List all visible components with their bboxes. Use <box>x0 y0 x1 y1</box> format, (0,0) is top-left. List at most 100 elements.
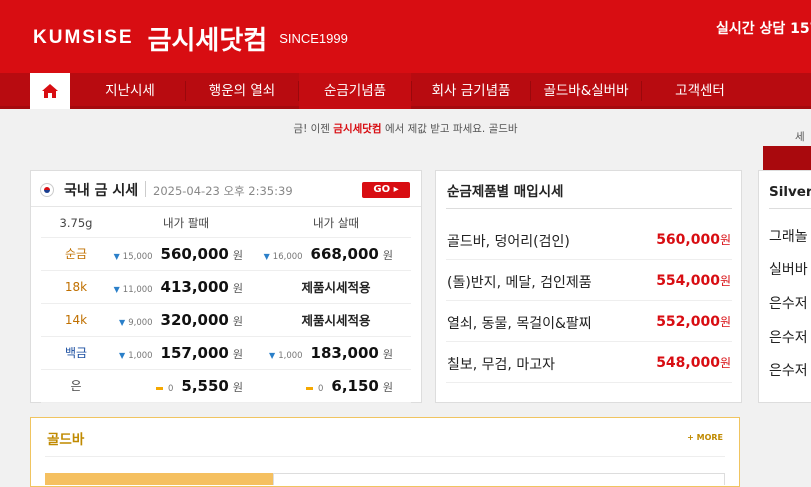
change-indicator: 0 <box>306 384 323 394</box>
product-price: 548,000 <box>656 355 720 371</box>
price-table: 3.75g 내가 팔때 내가 살때 순금 ▼ 15,000 560,000 원 ▼ 16… <box>41 209 411 403</box>
down-arrow-icon: ▼ <box>113 284 120 294</box>
notice-suffix: 에서 제값 받고 파세요. 골드바 <box>381 123 518 135</box>
won-unit: 원 <box>232 281 243 295</box>
product-price-wrap: 560,000원 <box>656 231 731 248</box>
box-title: Silver 옥 <box>769 184 811 200</box>
won-unit: 원 <box>719 356 731 370</box>
sell-price-cell: ▼ 11,000 413,000 원 <box>111 270 261 304</box>
go-button[interactable]: GO ▸ <box>362 182 410 198</box>
product-buy-price-box: 순금제품별 매입시세 골드바, 덩어리(검인) 560,000원 (돌)반지, … <box>435 170 742 403</box>
change-indicator: ▼ 11,000 <box>114 285 153 295</box>
won-unit: 원 <box>719 315 731 329</box>
buy-change: 0 <box>318 383 324 394</box>
table-header-row: 3.75g 내가 팔때 내가 살때 <box>41 209 411 238</box>
buy-price-cell: ▼ 1,000 183,000 원 <box>261 336 411 370</box>
sell-price: 157,000 <box>160 343 229 362</box>
notice-right: 세 <box>795 131 805 143</box>
metal-name: 14k <box>41 303 111 337</box>
site-logo[interactable]: KUMSISE 금시세닷컴 SINCE1999 <box>33 24 348 56</box>
change-indicator: ▼ 9,000 <box>119 318 153 328</box>
list-item[interactable]: 칠보, 무검, 마고자 548,000원 <box>446 342 732 383</box>
list-item[interactable]: 은수저 <box>769 327 808 347</box>
main-nav: 지난시세 행운의 열쇠 순금기념품 회사 금기념품 골드바&실버바 고객센터 <box>0 73 811 182</box>
list-item[interactable]: 그래놀 <box>769 226 808 246</box>
more-link[interactable]: + MORE <box>687 433 723 442</box>
update-datetime: 2025-04-23 오후 2:35:39 <box>153 184 293 198</box>
won-unit: 원 <box>382 380 393 394</box>
product-price-applied: 제품시세적용 <box>301 280 371 295</box>
product-price: 554,000 <box>656 273 720 289</box>
divider <box>769 208 811 209</box>
since-label: SINCE1999 <box>279 30 348 46</box>
buy-price: 6,150 <box>331 376 379 395</box>
metal-name: 순금 <box>41 237 111 271</box>
nav-item-lucky-key[interactable]: 행운의 열쇠 <box>186 73 298 109</box>
buy-change: 16,000 <box>272 251 303 262</box>
nav-item-customer-center[interactable]: 고객센터 <box>642 73 758 109</box>
sell-price: 320,000 <box>160 310 229 329</box>
sell-price: 5,550 <box>181 376 229 395</box>
product-price-applied: 제품시세적용 <box>301 313 371 328</box>
title-divider <box>145 181 146 197</box>
box-title: 국내 금 시세 <box>64 183 139 199</box>
notice-prefix: 금! 이젠 <box>293 123 334 135</box>
sell-change: 1,000 <box>128 350 153 361</box>
box-title: 골드바 <box>47 432 85 448</box>
metal-name: 백금 <box>41 336 111 370</box>
sell-change: 9,000 <box>128 317 153 328</box>
sell-price-cell: ▼ 1,000 157,000 원 <box>111 336 261 370</box>
sell-price-cell: 0 5,550 원 <box>111 369 261 403</box>
box-title: 순금제품별 매입시세 <box>447 184 564 200</box>
home-button[interactable] <box>30 73 70 109</box>
nav-item-history[interactable]: 지난시세 <box>75 73 185 109</box>
won-unit: 원 <box>232 314 243 328</box>
buy-header: 내가 살때 <box>261 209 411 238</box>
box-header: 국내 금 시세 2025-04-23 오후 2:35:39 GO ▸ <box>31 171 421 207</box>
buy-price-cell: 제품시세적용 <box>261 270 411 304</box>
product-price-wrap: 554,000원 <box>656 272 731 289</box>
down-arrow-icon: ▼ <box>119 350 126 360</box>
list-item[interactable]: (돌)반지, 메달, 검인제품 554,000원 <box>446 260 732 301</box>
won-unit: 원 <box>382 248 393 262</box>
down-arrow-icon: ▼ <box>269 350 276 360</box>
change-indicator: ▼ 1,000 <box>269 351 303 361</box>
list-item[interactable]: 골드바, 덩어리(검인) 560,000원 <box>446 219 732 260</box>
buy-price: 183,000 <box>310 343 379 362</box>
won-unit: 원 <box>382 347 393 361</box>
won-unit: 원 <box>232 248 243 262</box>
sell-header: 내가 팔때 <box>111 209 261 238</box>
product-price: 560,000 <box>656 232 720 248</box>
sell-change: 15,000 <box>122 251 153 262</box>
table-row: 18k ▼ 11,000 413,000 원 제품시세적용 <box>41 270 411 304</box>
won-unit: 원 <box>719 274 731 288</box>
sell-price-cell: ▼ 9,000 320,000 원 <box>111 303 261 337</box>
buy-price-cell: 0 6,150 원 <box>261 369 411 403</box>
tab-inactive[interactable] <box>273 473 725 485</box>
list-item[interactable]: 은수저 <box>769 293 808 313</box>
brand-korean: 금시세닷컴 <box>147 25 268 56</box>
change-indicator: ▼ 15,000 <box>114 252 153 262</box>
change-indicator: 0 <box>156 384 173 394</box>
nav-item-gold-souvenir[interactable]: 순금기념품 <box>299 73 411 109</box>
tab-active[interactable] <box>45 473 273 485</box>
divider <box>446 208 732 209</box>
nav-item-company-souvenir[interactable]: 회사 금기념품 <box>412 73 530 109</box>
product-name: 열쇠, 동물, 목걸이&팔찌 <box>447 316 592 332</box>
won-unit: 원 <box>232 347 243 361</box>
domestic-gold-price-box: 국내 금 시세 2025-04-23 오후 2:35:39 GO ▸ 3.75g… <box>30 170 422 403</box>
no-change-icon <box>156 386 163 390</box>
notice-ticker[interactable]: 금! 이젠 금시세닷컴 에서 제값 받고 파세요. 골드바 <box>0 121 811 136</box>
list-item[interactable]: 은수저 <box>769 360 808 380</box>
metal-name: 은 <box>41 369 111 403</box>
list-item[interactable]: 열쇠, 동물, 목걸이&팔찌 552,000원 <box>446 301 732 342</box>
korea-flag-icon <box>40 183 54 197</box>
change-indicator: ▼ 1,000 <box>119 351 153 361</box>
consult-text[interactable]: 실시간 상담 157 <box>716 18 811 38</box>
product-price: 552,000 <box>656 314 720 330</box>
divider <box>45 456 725 457</box>
nav-item-goldbar-silverbar[interactable]: 골드바&실버바 <box>531 73 641 109</box>
sell-price: 560,000 <box>160 244 229 263</box>
down-arrow-icon: ▼ <box>263 251 270 261</box>
list-item[interactable]: 실버바 <box>769 259 808 279</box>
